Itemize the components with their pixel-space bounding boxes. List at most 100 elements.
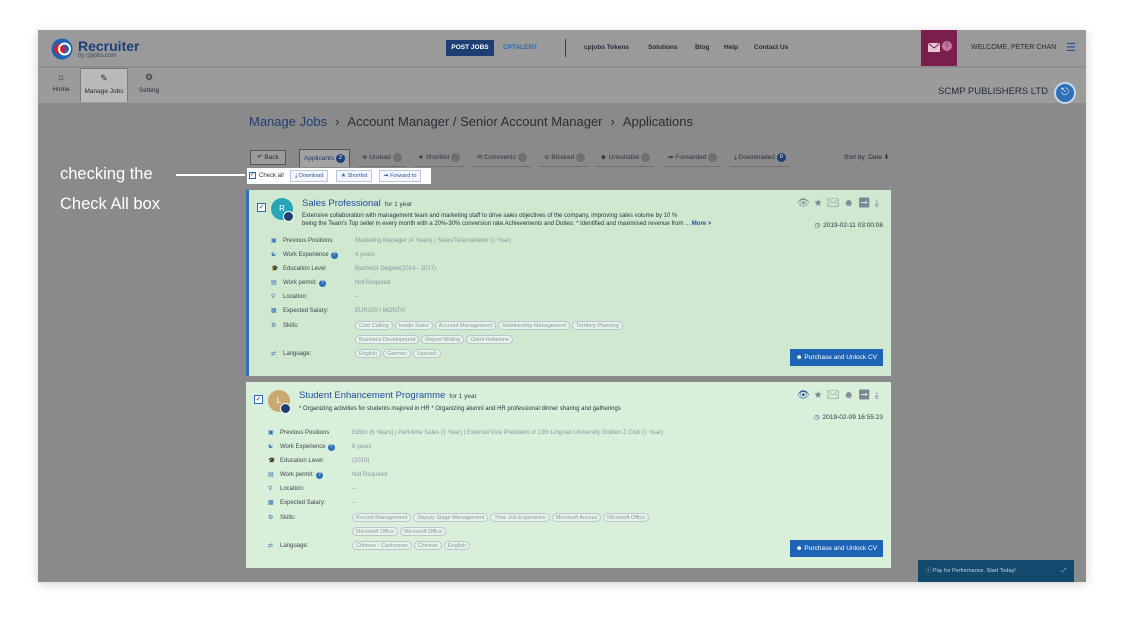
download-icon: ⤓ <box>295 173 298 179</box>
skill-tag: Deputy Stage Management <box>413 513 489 522</box>
detail-value: -- <box>352 500 356 506</box>
applicant-checkbox[interactable]: ✓ <box>257 203 266 212</box>
tab-manage-jobs[interactable]: ✎ Manage Jobs <box>80 68 128 102</box>
detail-value: 8 years <box>352 444 372 450</box>
breadcrumb-job[interactable]: Account Manager / Senior Account Manager <box>347 114 602 129</box>
detail-label-text: Work Experience <box>283 252 329 258</box>
detail-label-text: Work Experience <box>280 444 326 450</box>
detail-value: 4 years <box>355 252 375 258</box>
tab-comments[interactable]: ✉ Comments <box>473 149 531 167</box>
sort-dropdown[interactable]: Sort by: Date ⬇ <box>844 153 889 161</box>
skill-tag: Report Writing <box>421 335 465 344</box>
bulk-download-button[interactable]: ⤓ Download <box>290 170 329 182</box>
bulk-forward-button[interactable]: ➡ Forward to <box>379 170 422 182</box>
nav-link-tokens[interactable]: cpjobs Tokens <box>584 40 629 56</box>
help-icon[interactable]: ? <box>315 472 323 479</box>
bulk-forward-label: Forward to <box>390 173 417 179</box>
nav-link-solutions[interactable]: Solutions <box>648 40 678 56</box>
comment-icon[interactable]: ✉ <box>827 390 844 401</box>
detail-value: Marketing Manager (4 Years) | Sales/Tele… <box>355 238 512 244</box>
company-name: SCMP PUBLISHERS LTD <box>938 86 1048 97</box>
language-tag: Chinese <box>413 541 442 550</box>
check-all-label: Check all <box>259 173 284 179</box>
breadcrumb-manage-jobs[interactable]: Manage Jobs <box>249 114 327 129</box>
pay-for-performance-bar[interactable]: ⓘ Pay for Performance. Start Today! ⤢ <box>918 560 1074 582</box>
applicant-checkbox[interactable]: ✓ <box>254 395 263 404</box>
detail-label: Previous Positions <box>283 238 333 244</box>
purchase-unlock-cv-button[interactable]: ☻ Purchase and Unlock CV <box>789 540 883 557</box>
nav-link-blog[interactable]: Blog <box>695 40 709 56</box>
handshake-icon: ☯ <box>268 444 274 450</box>
tab-unsuitable[interactable]: ☻ Unsuitable <box>596 149 655 167</box>
bulk-shortlist-button[interactable]: ★ Shortlist <box>336 170 373 182</box>
purchase-unlock-cv-button[interactable]: ☻ Purchase and Unlock CV <box>789 349 883 366</box>
tab-setting[interactable]: ⚙ Setting <box>131 68 167 102</box>
job-description: * Organizing activities for students maj… <box>299 405 779 413</box>
nav-link-contact[interactable]: Contact Us <box>754 40 788 56</box>
skill-tag: Territory Planning <box>572 321 623 330</box>
detail-education: 🎓 Education Level Bachelor Degree(2014 - 2… <box>271 265 436 275</box>
back-button[interactable]: ↶ Back <box>250 150 286 165</box>
language-tag: Spanish <box>412 349 441 358</box>
downloaded-count-badge: 0 <box>776 152 786 162</box>
help-icon[interactable]: ? <box>330 252 338 259</box>
sort-arrow-icon: ⬇ <box>883 154 890 161</box>
unlock-user-icon: ☻ <box>795 545 803 552</box>
hamburger-icon[interactable]: ☰ <box>1066 43 1076 54</box>
tab-blocked[interactable]: ⊘ Blocked <box>540 149 590 167</box>
applicant-job-title[interactable]: Student Enhancement Programme for 1 year <box>299 390 477 401</box>
eye-icon[interactable]: 👁 <box>797 198 814 209</box>
unsuitable-count-badge <box>641 152 651 162</box>
forward-icon[interactable]: ➡ <box>858 198 875 209</box>
lock-icon <box>283 211 294 222</box>
detail-label-text: Work permit: <box>283 280 317 286</box>
post-jobs-button[interactable]: POST JOBS <box>446 40 494 56</box>
detail-label: Expected Salary: <box>280 500 326 506</box>
job-title-text: Student Enhancement Programme <box>299 390 446 401</box>
tab-home[interactable]: ⌂ Home <box>44 68 78 102</box>
company-power-icon[interactable]: ⎋ <box>1054 82 1076 104</box>
avatar: R <box>271 198 294 222</box>
user-x-icon[interactable]: ☻ <box>843 198 858 209</box>
star-icon[interactable]: ★ <box>814 198 827 209</box>
skill-tag: Microsoft Office <box>603 513 650 522</box>
expand-icon[interactable]: ⤢ <box>1062 560 1066 582</box>
eye-icon[interactable]: 👁 <box>797 390 814 401</box>
tab-unread[interactable]: ⊗ Unread <box>358 149 406 167</box>
check-all-checkbox[interactable]: ✓ Check all <box>249 170 284 182</box>
brand-subtitle: by cpjobs.com <box>78 53 117 59</box>
star-icon[interactable]: ★ <box>814 390 827 401</box>
job-description: Extensive collaboration with management … <box>302 212 782 228</box>
check-icon: ✓ <box>249 171 256 179</box>
comment-icon[interactable]: ✉ <box>827 198 844 209</box>
recruiter-logo-icon[interactable] <box>50 38 74 60</box>
applicant-card: ✓ R Sales Professional for 1 year Extensi… <box>246 190 891 376</box>
more-link[interactable]: More > <box>692 221 712 227</box>
job-title-text: Sales Professional <box>302 198 381 209</box>
welcome-text[interactable]: WELCOME, PETER CHAN <box>971 44 1056 51</box>
help-icon[interactable]: ? <box>318 280 326 287</box>
graduation-cap-icon: 🎓 <box>271 266 279 272</box>
applicant-job-title[interactable]: Sales Professional for 1 year <box>302 198 412 209</box>
tab-applicants[interactable]: Applicants 2 <box>299 149 350 167</box>
forward-icon[interactable]: ➡ <box>858 390 875 401</box>
help-icon[interactable]: ? <box>327 444 335 451</box>
language-tag: German <box>383 349 411 358</box>
download-icon[interactable]: ⤓ <box>875 198 883 209</box>
user-x-icon[interactable]: ☻ <box>843 390 858 401</box>
cptalent-link[interactable]: CPTALENT <box>503 40 537 56</box>
tab-forwarded[interactable]: ➡ Forwarded <box>664 149 722 167</box>
download-icon[interactable]: ⤓ <box>875 390 883 401</box>
brand-name[interactable]: Recruiter <box>78 38 139 54</box>
messages-button[interactable]: 0 <box>921 30 957 66</box>
tab-downloaded[interactable]: ⤓ Downloaded 0 <box>730 149 790 167</box>
tab-shortlist[interactable]: ★ Shortlist <box>414 149 465 167</box>
sub-nav <box>38 66 1086 103</box>
detail-label: Previous Positions <box>280 430 330 436</box>
comment-icon: ✉ <box>477 154 483 161</box>
skill-tag: Client Relations <box>466 335 513 344</box>
nav-link-help[interactable]: Help <box>724 40 738 56</box>
language-tag: English <box>443 541 470 550</box>
detail-previous-positions: ▣ Previous Positions Marketing Manager (4 … <box>271 237 511 247</box>
detail-work-experience: ☯ Work Experience? 8 years <box>268 443 372 453</box>
